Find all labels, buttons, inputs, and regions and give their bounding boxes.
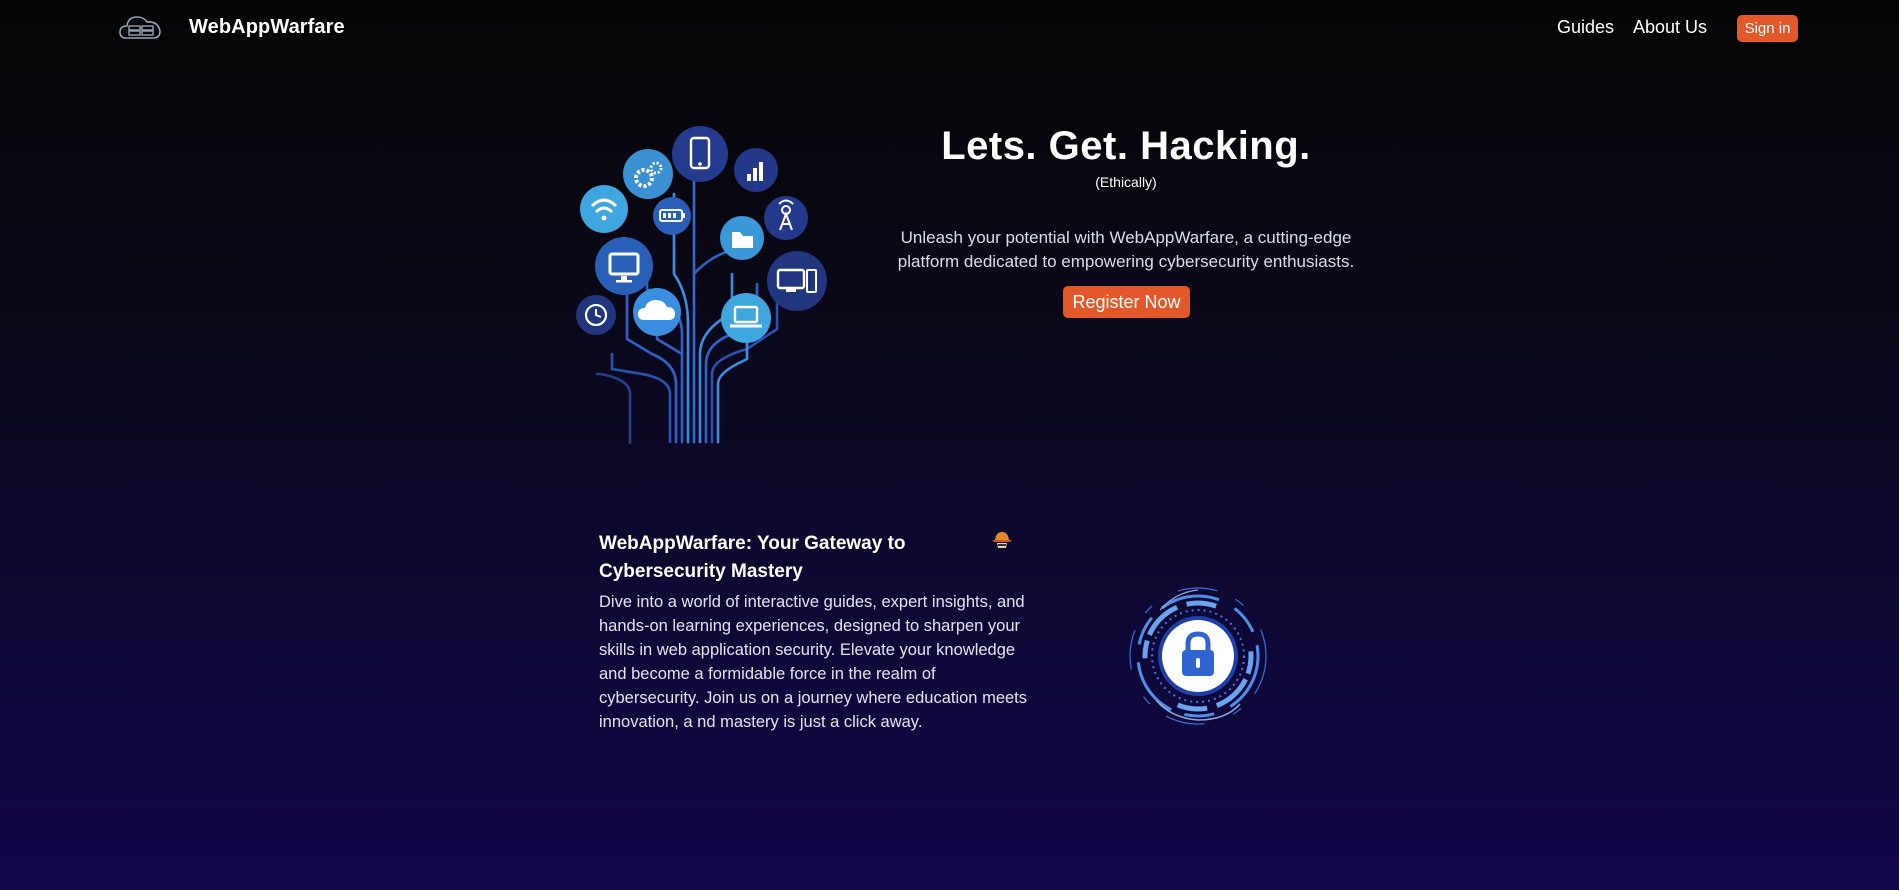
cloud-server-icon[interactable] [118, 12, 162, 44]
nav-link-about-us[interactable]: About Us [1633, 17, 1707, 38]
hero-description: Unleash your potential with WebAppWarfar… [897, 228, 1355, 271]
feature-title: WebAppWarfare: Your Gateway to Cybersecu… [599, 533, 906, 582]
brand-name[interactable]: WebAppWarfare [189, 16, 345, 39]
hero-subtitle: (Ethically) [1095, 174, 1157, 190]
sign-in-button[interactable]: Sign in [1737, 15, 1798, 42]
hacker-hat-icon [992, 532, 1012, 548]
top-navbar: WebAppWarfare Guides About Us Sign in [0, 0, 1899, 58]
security-lock-illustration [1129, 587, 1267, 725]
hero-title: Lets. Get. Hacking. [941, 124, 1311, 168]
register-now-button[interactable]: Register Now [1063, 286, 1190, 318]
nav-link-guides[interactable]: Guides [1557, 17, 1614, 38]
technology-tree-illustration [576, 126, 827, 444]
feature-body: Dive into a world of interactive guides,… [599, 593, 1028, 731]
